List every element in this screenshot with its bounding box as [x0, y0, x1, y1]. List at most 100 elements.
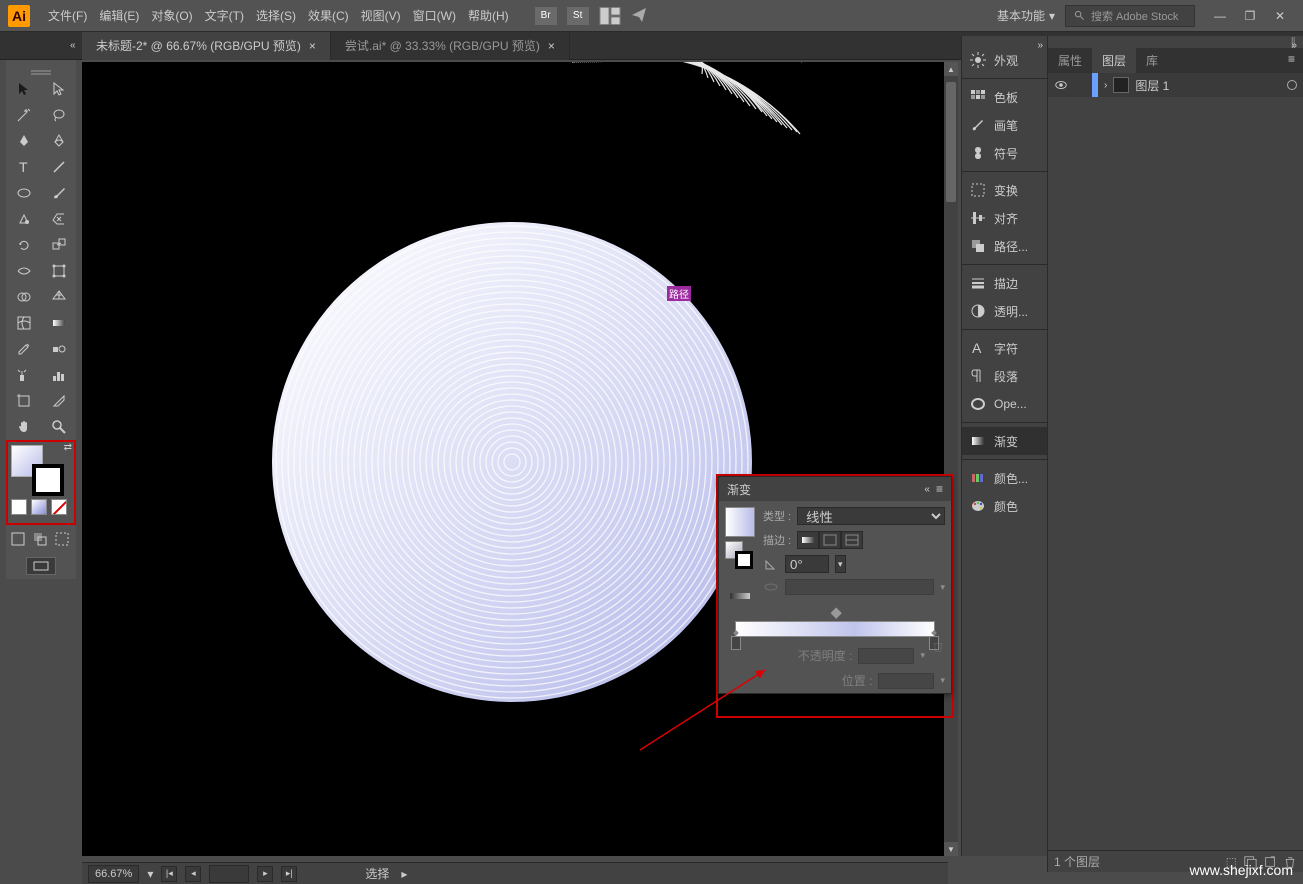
minimize-button[interactable]: — [1205, 6, 1235, 26]
free-transform-tool[interactable] [41, 258, 76, 284]
shape-builder-tool[interactable] [6, 284, 41, 310]
scrollbar-thumb[interactable] [946, 82, 956, 202]
symbol-sprayer-tool[interactable] [6, 362, 41, 388]
stroke-mode-1-icon[interactable] [797, 531, 819, 549]
draw-normal-icon[interactable] [10, 531, 26, 547]
status-dropdown-icon[interactable]: ▸ [401, 867, 407, 881]
none-mode-button[interactable] [51, 499, 67, 515]
bridge-icon[interactable]: Br [535, 7, 557, 25]
gradient-tool[interactable] [41, 310, 76, 336]
tab-layers[interactable]: 图层 [1092, 48, 1136, 73]
line-tool[interactable] [41, 154, 76, 180]
zoom-tool[interactable] [41, 414, 76, 440]
artboard-tool[interactable] [6, 388, 41, 414]
collapse-icon[interactable]: « [924, 484, 930, 495]
panel-swatches[interactable]: 色板 [962, 83, 1047, 111]
stroke-color-swatch[interactable] [32, 464, 64, 496]
slice-tool[interactable] [41, 388, 76, 414]
graph-tool[interactable] [41, 362, 76, 388]
arrange-icon[interactable] [599, 7, 621, 25]
tab-properties[interactable]: 属性 [1048, 48, 1092, 73]
panel-color-guide[interactable]: 颜色... [962, 464, 1047, 492]
eraser-tool[interactable] [41, 206, 76, 232]
selection-tool[interactable] [6, 76, 41, 102]
menu-type[interactable]: 文字(T) [199, 7, 250, 24]
panel-transparency[interactable]: 透明... [962, 297, 1047, 325]
panel-character[interactable]: A字符 [962, 334, 1047, 362]
menu-object[interactable]: 对象(O) [145, 7, 198, 24]
delete-stop-icon[interactable] [931, 639, 945, 653]
rotate-tool[interactable] [6, 232, 41, 258]
stroke-swatch-icon[interactable] [735, 551, 753, 569]
tab-libraries[interactable]: 库 [1136, 48, 1168, 73]
panel-align[interactable]: 对齐 [962, 204, 1047, 232]
panel-pathfinder[interactable]: 路径... [962, 232, 1047, 260]
prev-artboard-icon[interactable]: ◂ [185, 866, 201, 882]
menu-select[interactable]: 选择(S) [250, 7, 302, 24]
publish-icon[interactable] [631, 7, 647, 23]
scale-tool[interactable] [41, 232, 76, 258]
swap-fill-stroke-icon[interactable]: ⇄ [64, 442, 72, 453]
panel-transform[interactable]: 变换 [962, 176, 1047, 204]
restore-button[interactable]: ❐ [1235, 6, 1265, 26]
width-tool[interactable] [6, 258, 41, 284]
mesh-tool[interactable] [6, 310, 41, 336]
collapse-chevron-icon[interactable]: » [1037, 40, 1043, 51]
panel-gradient[interactable]: 渐变 [962, 427, 1047, 455]
eye-icon[interactable] [1054, 78, 1068, 92]
menu-effect[interactable]: 效果(C) [302, 7, 355, 24]
layer-row[interactable]: › 图层 1 [1048, 73, 1303, 97]
menu-view[interactable]: 视图(V) [355, 7, 407, 24]
stroke-mode-2-icon[interactable] [819, 531, 841, 549]
panel-paragraph[interactable]: 段落 [962, 362, 1047, 390]
draw-inside-icon[interactable] [54, 531, 70, 547]
menu-edit[interactable]: 编辑(E) [93, 7, 145, 24]
gradient-type-select[interactable]: 线性 [797, 507, 945, 525]
last-artboard-icon[interactable]: ▸| [281, 866, 297, 882]
stroke-mode-3-icon[interactable] [841, 531, 863, 549]
scroll-up-icon[interactable]: ▲ [944, 62, 958, 76]
gradient-preview-swatch[interactable] [725, 507, 755, 537]
first-artboard-icon[interactable]: |◂ [161, 866, 177, 882]
vertical-scrollbar[interactable]: ▲ ▼ [944, 62, 958, 856]
curvature-tool[interactable] [41, 128, 76, 154]
menu-window[interactable]: 窗口(W) [407, 7, 462, 24]
zoom-dropdown-icon[interactable]: ▾ [147, 867, 153, 881]
stock-icon[interactable]: St [567, 7, 589, 25]
draw-behind-icon[interactable] [32, 531, 48, 547]
paintbrush-tool[interactable] [41, 180, 76, 206]
eyedropper-tool[interactable] [6, 336, 41, 362]
reverse-gradient-icon[interactable] [730, 589, 750, 603]
angle-dropdown-icon[interactable]: ▾ [835, 555, 846, 573]
expand-icon[interactable]: › [1104, 80, 1107, 91]
menu-file[interactable]: 文件(F) [42, 7, 93, 24]
zoom-value[interactable]: 66.67% [88, 865, 139, 883]
artboard-nav-field[interactable] [209, 865, 249, 883]
panel-menu-icon[interactable]: ≡ [1280, 48, 1303, 73]
canvas[interactable]: 路径 [82, 62, 948, 856]
close-button[interactable]: ✕ [1265, 6, 1295, 26]
magic-wand-tool[interactable] [6, 102, 41, 128]
lasso-tool[interactable] [41, 102, 76, 128]
angle-input[interactable] [785, 555, 829, 573]
panel-symbols[interactable]: 符号 [962, 139, 1047, 167]
next-artboard-icon[interactable]: ▸ [257, 866, 273, 882]
shaper-tool[interactable] [6, 206, 41, 232]
panel-brushes[interactable]: 画笔 [962, 111, 1047, 139]
blend-tool[interactable] [41, 336, 76, 362]
workspace-selector[interactable]: 基本功能 ▾ [997, 7, 1055, 24]
collapse-chevron-icon[interactable]: « [70, 40, 1297, 51]
pen-tool[interactable] [6, 128, 41, 154]
menu-help[interactable]: 帮助(H) [462, 7, 515, 24]
panel-color[interactable]: 颜色 [962, 492, 1047, 520]
scroll-down-icon[interactable]: ▼ [944, 842, 958, 856]
ellipse-tool[interactable] [6, 180, 41, 206]
gradient-ramp[interactable] [735, 621, 935, 637]
panel-stroke[interactable]: 描边 [962, 269, 1047, 297]
midpoint-diamond-icon[interactable] [831, 608, 842, 619]
color-mode-button[interactable] [11, 499, 27, 515]
hand-tool[interactable] [6, 414, 41, 440]
panel-menu-icon[interactable]: » [1291, 40, 1297, 51]
type-tool[interactable]: T [6, 154, 41, 180]
perspective-tool[interactable] [41, 284, 76, 310]
